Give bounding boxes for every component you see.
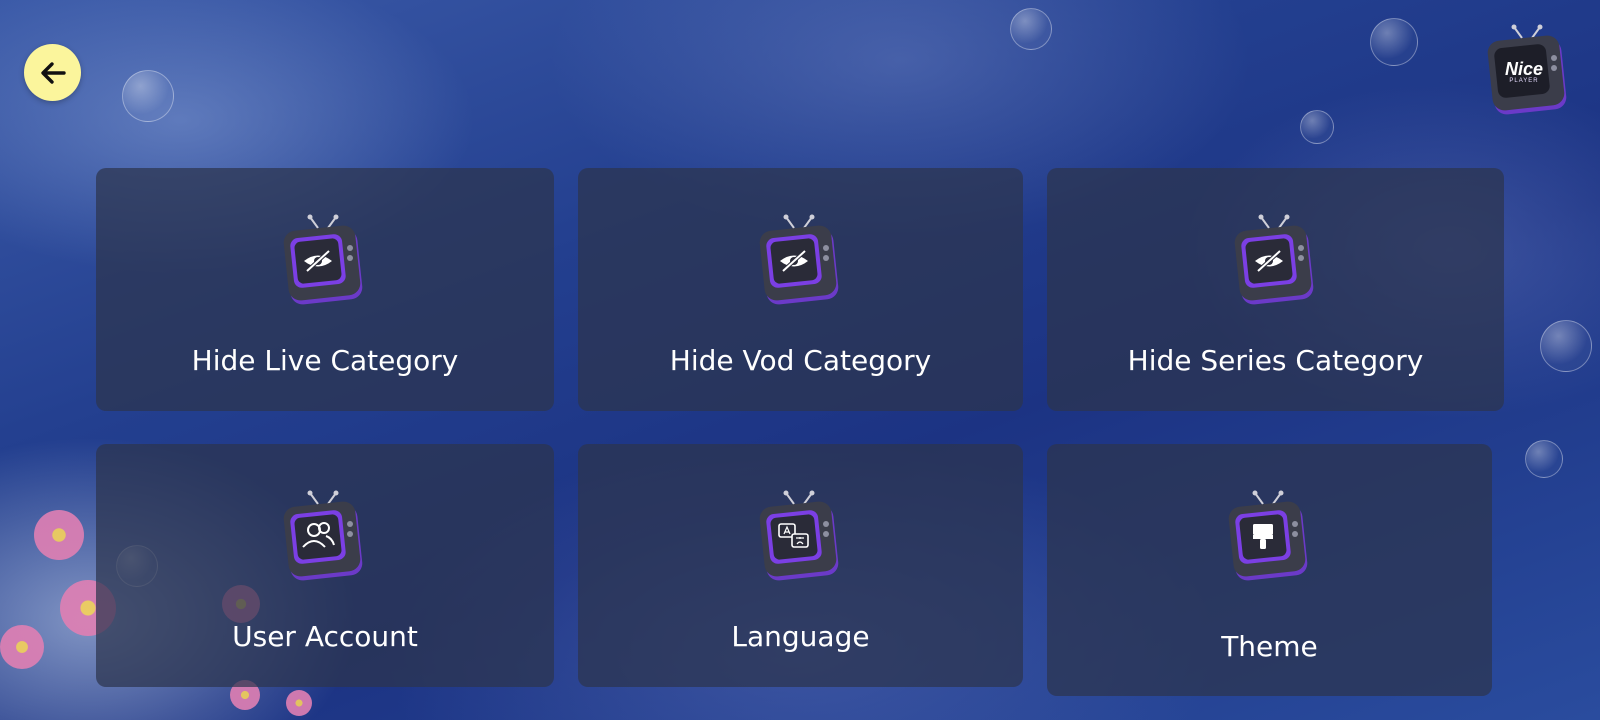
tile-label: Hide Series Category: [1127, 344, 1424, 377]
tile-hide-vod-category[interactable]: Hide Vod Category: [578, 168, 1023, 411]
bubble-decoration: [122, 70, 174, 122]
paint-brush-icon: [1227, 490, 1313, 586]
app-logo: Nice PLAYER: [1486, 24, 1572, 120]
users-icon: [282, 490, 368, 586]
tile-user-account[interactable]: User Account: [96, 444, 554, 687]
logo-subtext: PLAYER: [1509, 78, 1539, 84]
tile-label: Language: [731, 620, 870, 653]
tile-label: User Account: [232, 620, 418, 653]
translate-icon: [758, 490, 844, 586]
eye-off-icon: [1233, 214, 1319, 310]
tile-label: Theme: [1221, 630, 1318, 663]
bubble-decoration: [1010, 8, 1052, 50]
eye-off-icon: [758, 214, 844, 310]
tile-theme[interactable]: Theme: [1047, 444, 1492, 696]
logo-text: Nice: [1504, 59, 1544, 79]
tile-hide-live-category[interactable]: Hide Live Category: [96, 168, 554, 411]
tile-label: Hide Vod Category: [669, 344, 932, 377]
flower-decoration: [0, 625, 44, 669]
bubble-decoration: [1540, 320, 1592, 372]
bubble-decoration: [1525, 440, 1563, 478]
bubble-decoration: [1300, 110, 1334, 144]
bubble-decoration: [1370, 18, 1418, 66]
tile-label: Hide Live Category: [191, 344, 459, 377]
tile-language[interactable]: Language: [578, 444, 1023, 687]
tile-hide-series-category[interactable]: Hide Series Category: [1047, 168, 1504, 411]
flower-decoration: [34, 510, 84, 560]
arrow-left-icon: [38, 58, 68, 88]
flower-decoration: [286, 690, 312, 716]
back-button[interactable]: [24, 44, 81, 101]
eye-off-icon: [282, 214, 368, 310]
